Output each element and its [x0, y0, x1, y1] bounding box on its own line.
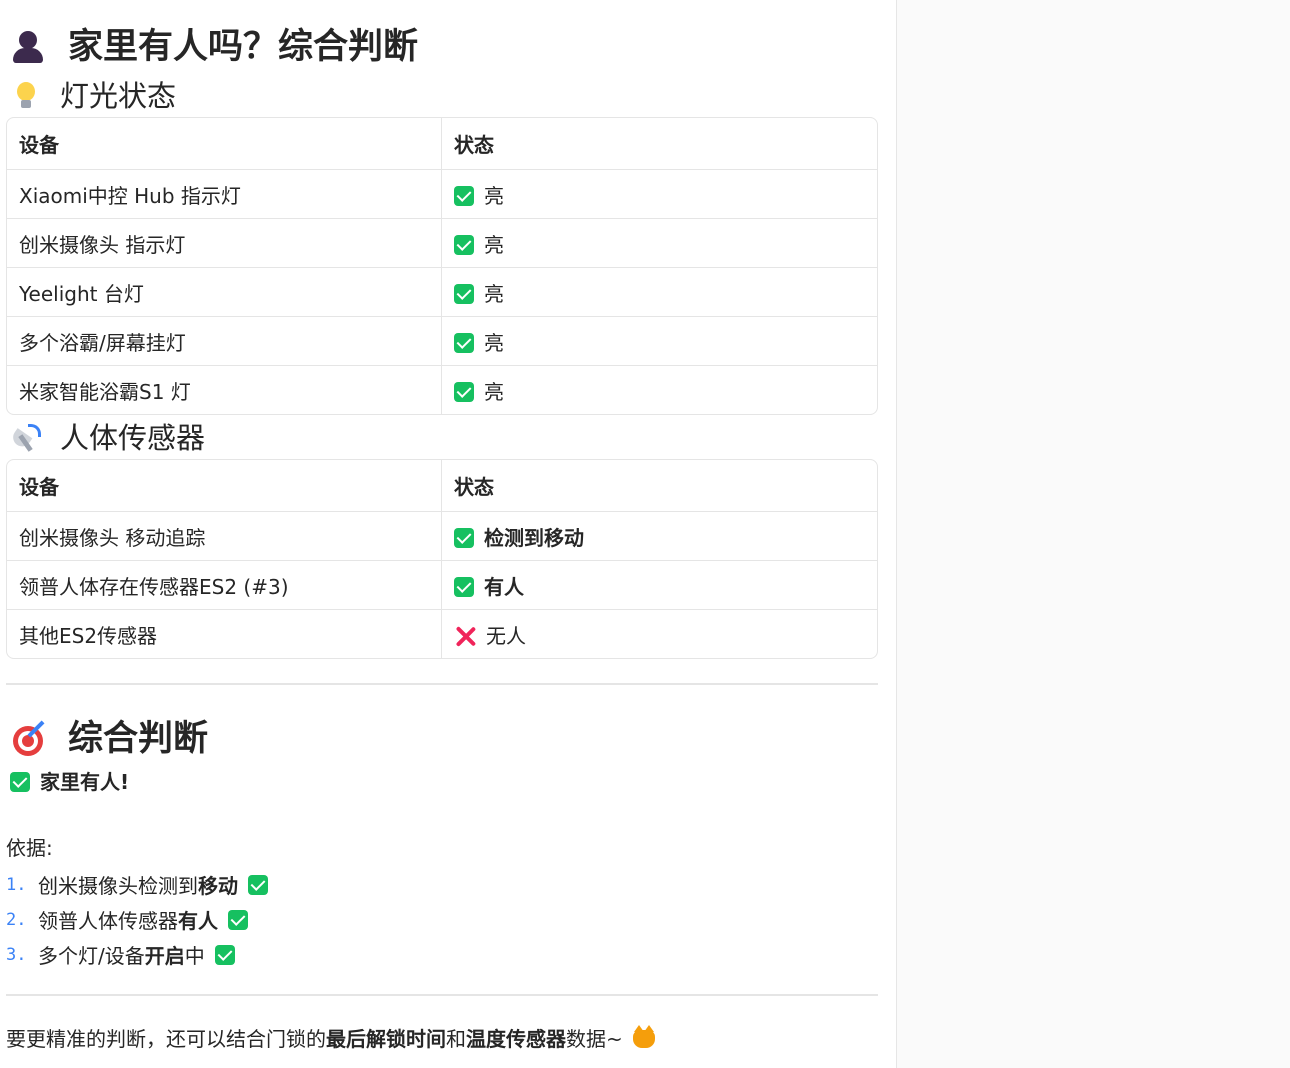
list-item: 2. 领普人体传感器 有人 — [6, 902, 278, 937]
list-number: 2. — [6, 909, 27, 930]
check-icon — [454, 234, 474, 255]
sensors-heading-text: 人体传感器 — [60, 420, 206, 455]
status-cell: 亮 — [442, 268, 877, 317]
table-row: Xiaomi中控 Hub 指示灯 亮 — [7, 170, 877, 219]
satellite-dish-icon — [9, 422, 42, 454]
column-header-status: 状态 — [442, 118, 877, 170]
table-row: 多个浴霸/屏幕挂灯 亮 — [7, 317, 877, 366]
table-row: 米家智能浴霸S1 灯 亮 — [7, 366, 877, 414]
verdict: 家里有人! — [10, 772, 129, 792]
device-cell: 领普人体存在传感器ES2 (#3) — [7, 561, 442, 610]
status-text: 有人 — [484, 574, 524, 599]
check-icon — [228, 909, 248, 930]
footer-text: 和 — [446, 1027, 466, 1051]
cross-icon — [454, 625, 476, 647]
table-row: 创米摄像头 移动追踪 检测到移动 — [7, 512, 877, 561]
list-item-text: 多个灯/设备 — [38, 944, 145, 968]
status-cell: 亮 — [442, 366, 877, 414]
check-icon — [10, 772, 30, 792]
table-row: 其他ES2传感器 无人 — [7, 610, 877, 658]
cat-face-icon — [632, 1025, 655, 1048]
list-item-text: 领普人体传感器 — [38, 909, 178, 933]
device-cell: 米家智能浴霸S1 灯 — [7, 366, 442, 414]
check-icon — [214, 944, 235, 965]
basis-label: 依据: — [6, 836, 53, 860]
list-item: 3. 多个灯/设备 开启中 — [6, 937, 278, 972]
footer-text: 要更精准的判断，还可以结合门锁的 — [6, 1027, 326, 1051]
check-icon — [248, 874, 268, 895]
device-cell: Yeelight 台灯 — [7, 268, 442, 317]
divider — [6, 994, 878, 996]
conclusion-heading: 综合判断 — [10, 718, 209, 759]
right-side-panel — [896, 0, 1290, 1068]
device-cell: 创米摄像头 指示灯 — [7, 219, 442, 268]
device-cell: 其他ES2传感器 — [7, 610, 442, 658]
status-cell: 亮 — [442, 170, 877, 219]
status-cell: 亮 — [442, 317, 877, 366]
list-number: 1. — [6, 874, 27, 895]
footer-note: 要更精准的判断，还可以结合门锁的最后解锁时间和温度传感器数据~ — [6, 1025, 655, 1051]
basis-list: 1. 创米摄像头检测到 移动 2. 领普人体传感器 有人 3. 多个灯/设备 开启中 — [6, 867, 278, 972]
lights-heading-text: 灯光状态 — [60, 78, 177, 113]
list-item-suffix: 中 — [184, 944, 205, 968]
table-row: Yeelight 台灯 亮 — [7, 268, 877, 317]
device-cell: 多个浴霸/屏幕挂灯 — [7, 317, 442, 366]
sensors-heading: 人体传感器 — [9, 420, 206, 455]
check-icon — [454, 185, 474, 206]
check-icon — [454, 283, 474, 304]
list-number: 3. — [6, 944, 27, 965]
status-text: 亮 — [484, 183, 504, 208]
table-header-row: 设备 状态 — [7, 460, 877, 512]
chat-main-panel: 家里有人吗？综合判断 灯光状态 设备 状态 Xiaomi中控 Hub 指示灯 亮… — [0, 0, 896, 1068]
check-icon — [454, 527, 474, 548]
list-item-text: 创米摄像头检测到 — [38, 874, 198, 898]
column-header-device: 设备 — [7, 460, 442, 512]
status-text: 检测到移动 — [484, 525, 584, 550]
lights-heading: 灯光状态 — [10, 80, 176, 112]
person-silhouette-icon — [10, 29, 46, 65]
device-cell: 创米摄像头 移动追踪 — [7, 512, 442, 561]
device-cell: Xiaomi中控 Hub 指示灯 — [7, 170, 442, 219]
footer-bold: 最后解锁时间 — [326, 1027, 446, 1051]
status-cell: 亮 — [442, 219, 877, 268]
table-row: 创米摄像头 指示灯 亮 — [7, 219, 877, 268]
table-row: 领普人体存在传感器ES2 (#3) 有人 — [7, 561, 877, 610]
light-bulb-icon — [10, 80, 42, 112]
list-item-bold: 有人 — [178, 909, 218, 933]
list-item-bold: 移动 — [198, 874, 238, 898]
check-icon — [454, 576, 474, 597]
check-icon — [454, 381, 474, 402]
status-text: 亮 — [484, 281, 504, 306]
footer-text: 数据~ — [566, 1027, 623, 1051]
verdict-text: 家里有人! — [40, 770, 130, 794]
status-text: 无人 — [486, 623, 526, 648]
conclusion-heading-text: 综合判断 — [68, 718, 209, 759]
list-item-bold: 开启 — [144, 944, 185, 968]
page-title: 家里有人吗？综合判断 — [10, 29, 418, 65]
check-icon — [454, 332, 474, 353]
status-text: 亮 — [484, 379, 504, 404]
column-header-status: 状态 — [442, 460, 877, 512]
sensors-table: 设备 状态 创米摄像头 移动追踪 检测到移动 领普人体存在传感器ES2 (#3)… — [6, 459, 878, 659]
status-cell: 无人 — [442, 610, 877, 658]
status-cell: 有人 — [442, 561, 877, 610]
status-text: 亮 — [484, 232, 504, 257]
status-cell: 检测到移动 — [442, 512, 877, 561]
lights-table: 设备 状态 Xiaomi中控 Hub 指示灯 亮 创米摄像头 指示灯 亮 Yee… — [6, 117, 878, 415]
list-item: 1. 创米摄像头检测到 移动 — [6, 867, 278, 902]
column-header-device: 设备 — [7, 118, 442, 170]
table-header-row: 设备 状态 — [7, 118, 877, 170]
direct-hit-target-icon — [10, 720, 46, 757]
page-title-text: 家里有人吗？综合判断 — [68, 26, 419, 67]
status-text: 亮 — [484, 330, 504, 355]
footer-bold: 温度传感器 — [466, 1027, 566, 1051]
divider — [6, 683, 878, 685]
